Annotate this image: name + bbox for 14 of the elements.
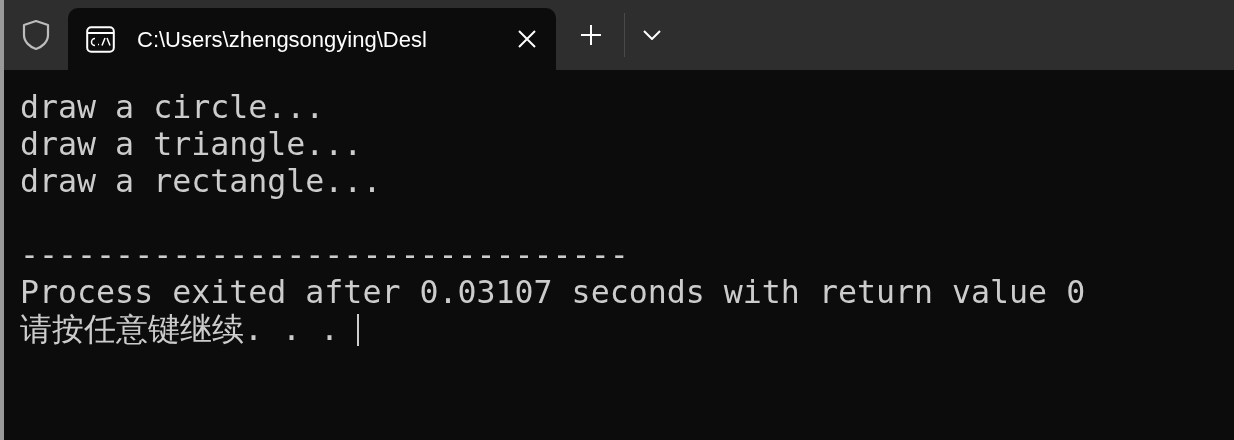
console-line: 请按任意键继续. . . [20,311,340,348]
text-cursor-icon [357,313,360,346]
terminal-icon [86,25,115,53]
console-line: draw a circle... [20,89,325,126]
terminal-tab[interactable]: C:\Users\zhengsongying\Desl [68,8,556,70]
chevron-down-icon[interactable] [643,30,661,40]
shield-icon[interactable] [22,19,50,51]
console-line: draw a triangle... [20,126,363,163]
console-line: -------------------------------- [20,237,629,274]
plus-icon[interactable] [580,24,602,46]
console-line: Process exited after 0.03107 seconds with return value 0 [20,274,1086,311]
tab-title: C:\Users\zhengsongying\Desl [137,25,428,54]
close-icon[interactable] [518,30,536,48]
console-line: draw a rectangle... [20,163,382,200]
